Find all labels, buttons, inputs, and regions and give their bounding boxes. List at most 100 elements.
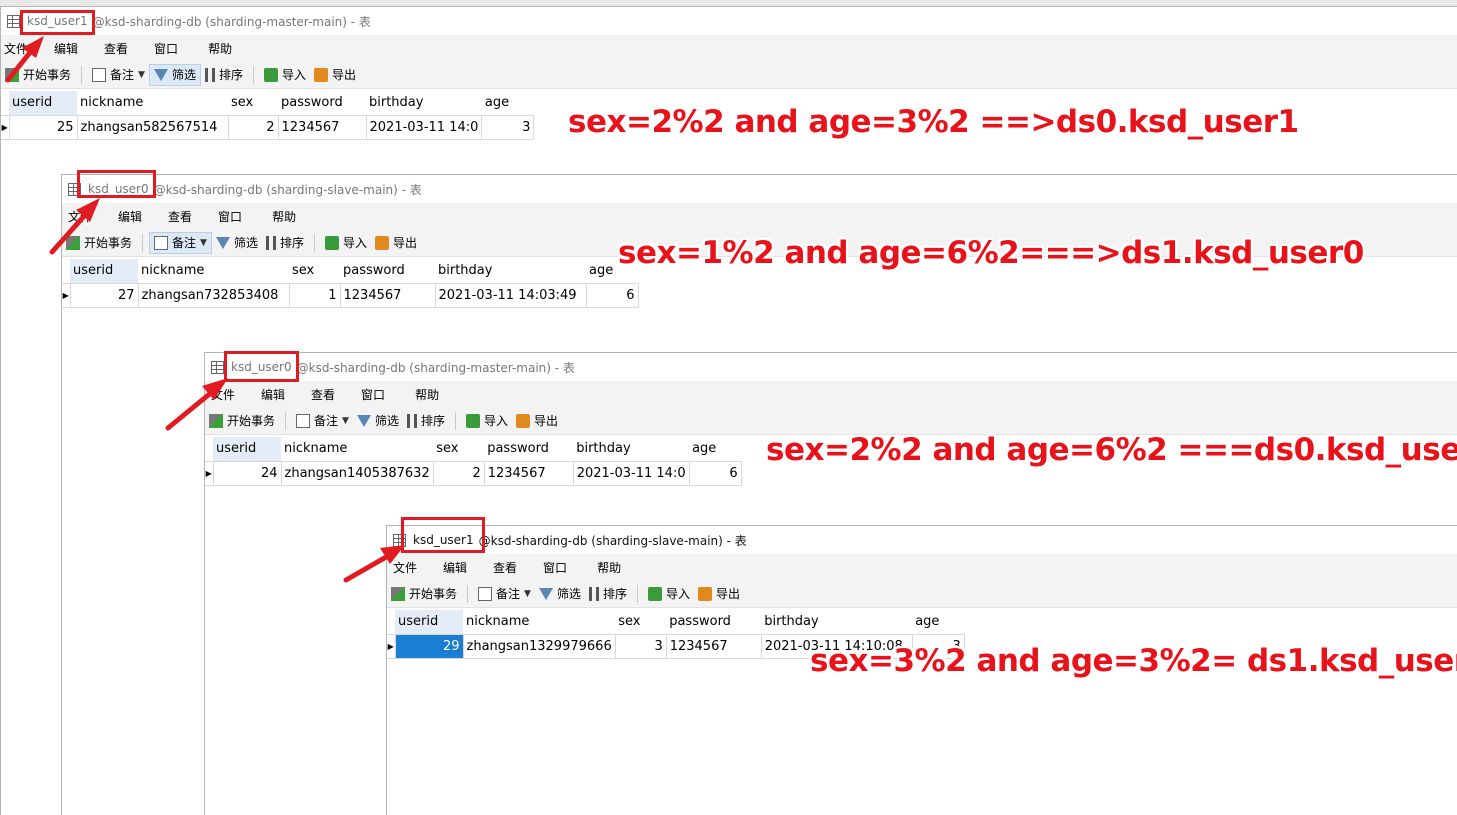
table-row[interactable]: ▶ 24 zhangsan1405387632 2 1234567 2021-0… — [205, 460, 742, 486]
filter-button[interactable]: 筛选 — [353, 410, 403, 432]
cell-userid[interactable]: 27 — [70, 282, 139, 308]
cell-nickname[interactable]: zhangsan732853408 — [138, 282, 290, 308]
column-header-age[interactable]: age — [481, 91, 534, 115]
begin-transaction-button[interactable]: 开始事务 — [205, 410, 279, 432]
filter-button[interactable]: 筛选 — [212, 232, 262, 254]
column-header-nickname[interactable]: nickname — [77, 91, 228, 115]
cell-password[interactable]: 1234567 — [484, 460, 574, 486]
menu-file[interactable]: 文件 — [4, 40, 28, 57]
menu-window[interactable]: 窗口 — [154, 40, 178, 57]
column-header-password[interactable]: password — [278, 91, 366, 115]
column-header-userid[interactable]: userid — [213, 437, 281, 461]
table-row[interactable]: ▶ 25 zhangsan582567514 2 1234567 2021-03… — [1, 114, 535, 140]
cell-password[interactable]: 1234567 — [340, 282, 436, 308]
column-header-age[interactable]: age — [689, 437, 742, 461]
table-icon — [211, 360, 224, 374]
menu-file[interactable]: 文件 — [68, 208, 92, 225]
cell-userid-selected[interactable]: 29 — [395, 633, 464, 659]
toolbar-separator — [285, 411, 287, 430]
begin-transaction-button[interactable]: 开始事务 — [62, 232, 136, 254]
import-button[interactable]: 导入 — [644, 583, 694, 605]
menu-edit[interactable]: 编辑 — [261, 386, 285, 403]
column-header-password[interactable]: password — [666, 610, 762, 634]
begin-transaction-button[interactable]: 开始事务 — [1, 64, 75, 86]
cell-nickname[interactable]: zhangsan582567514 — [77, 114, 229, 140]
column-header-userid[interactable]: userid — [70, 259, 138, 283]
chevron-down-icon[interactable]: ▼ — [524, 589, 531, 599]
cell-password[interactable]: 1234567 — [666, 633, 762, 659]
export-button[interactable]: 导出 — [371, 232, 421, 254]
export-button[interactable]: 导出 — [512, 410, 562, 432]
column-header-nickname[interactable]: nickname — [138, 259, 289, 283]
menu-edit[interactable]: 编辑 — [54, 40, 78, 57]
menu-help[interactable]: 帮助 — [272, 208, 296, 225]
filter-button[interactable]: 筛选 — [148, 63, 201, 86]
sort-button[interactable]: 排序 — [201, 64, 247, 86]
column-header-nickname[interactable]: nickname — [281, 437, 434, 461]
sort-button[interactable]: 排序 — [262, 232, 308, 254]
column-header-sex[interactable]: sex — [433, 437, 485, 461]
menu-help[interactable]: 帮助 — [208, 40, 232, 57]
sort-button[interactable]: 排序 — [585, 583, 631, 605]
chevron-down-icon[interactable]: ▼ — [200, 238, 207, 248]
connection-info: @ksd-sharding-db (sharding-master-main) … — [92, 14, 371, 29]
menu-help[interactable]: 帮助 — [597, 559, 621, 576]
filter-button[interactable]: 筛选 — [535, 583, 585, 605]
menu-file[interactable]: 文件 — [393, 559, 417, 576]
cell-password[interactable]: 1234567 — [278, 114, 367, 140]
import-button[interactable]: 导入 — [462, 410, 512, 432]
menu-view[interactable]: 查看 — [104, 40, 128, 57]
column-header-userid[interactable]: userid — [9, 91, 77, 115]
menu-view[interactable]: 查看 — [493, 559, 517, 576]
note-button[interactable]: 备注 ▼ — [292, 410, 353, 432]
column-header-birthday[interactable]: birthday — [366, 91, 482, 115]
column-header-password[interactable]: password — [340, 259, 435, 283]
menu-file[interactable]: 文件 — [211, 386, 235, 403]
cell-sex[interactable]: 3 — [615, 633, 667, 659]
cell-nickname[interactable]: zhangsan1405387632 — [281, 460, 434, 486]
import-button[interactable]: 导入 — [321, 232, 371, 254]
menu-window[interactable]: 窗口 — [543, 559, 567, 576]
menu-window[interactable]: 窗口 — [361, 386, 385, 403]
cell-age[interactable]: 6 — [586, 282, 639, 308]
chevron-down-icon[interactable]: ▼ — [342, 416, 349, 426]
cell-nickname[interactable]: zhangsan1329979666 — [463, 633, 616, 659]
column-header-sex[interactable]: sex — [228, 91, 278, 115]
column-header-userid[interactable]: userid — [395, 610, 463, 634]
cell-sex[interactable]: 1 — [289, 282, 341, 308]
note-button[interactable]: 备注 ▼ — [474, 583, 535, 605]
note-button[interactable]: 备注 ▼ — [88, 64, 149, 86]
cell-birthday[interactable]: 2021-03-11 14:0 — [366, 114, 483, 140]
cell-birthday[interactable]: 2021-03-11 14:03:49 — [435, 282, 587, 308]
column-header-birthday[interactable]: birthday — [435, 259, 586, 283]
column-header-sex[interactable]: sex — [289, 259, 340, 283]
column-header-password[interactable]: password — [484, 437, 574, 461]
cell-birthday[interactable]: 2021-03-11 14:0 — [573, 460, 690, 486]
column-header-birthday[interactable]: birthday — [573, 437, 690, 461]
export-button[interactable]: 导出 — [310, 64, 360, 86]
menu-view[interactable]: 查看 — [311, 386, 335, 403]
note-button[interactable]: 备注 ▼ — [149, 231, 212, 254]
column-header-sex[interactable]: sex — [615, 610, 667, 634]
cell-userid[interactable]: 25 — [9, 114, 78, 140]
sort-button[interactable]: 排序 — [403, 410, 449, 432]
cell-age[interactable]: 6 — [689, 460, 742, 486]
cell-sex[interactable]: 2 — [228, 114, 279, 140]
import-button[interactable]: 导入 — [260, 64, 310, 86]
menu-edit[interactable]: 编辑 — [118, 208, 142, 225]
begin-transaction-button[interactable]: 开始事务 — [387, 583, 461, 605]
column-header-nickname[interactable]: nickname — [463, 610, 616, 634]
menu-help[interactable]: 帮助 — [415, 386, 439, 403]
cell-age[interactable]: 3 — [481, 114, 535, 140]
cell-sex[interactable]: 2 — [433, 460, 485, 486]
column-header-age[interactable]: age — [912, 610, 965, 634]
menu-edit[interactable]: 编辑 — [443, 559, 467, 576]
import-icon — [324, 235, 339, 250]
chevron-down-icon[interactable]: ▼ — [138, 70, 145, 80]
menu-window[interactable]: 窗口 — [218, 208, 242, 225]
cell-userid[interactable]: 24 — [213, 460, 282, 486]
column-header-birthday[interactable]: birthday — [761, 610, 913, 634]
export-button[interactable]: 导出 — [694, 583, 744, 605]
table-row[interactable]: ▶ 27 zhangsan732853408 1 1234567 2021-03… — [62, 282, 639, 308]
menu-view[interactable]: 查看 — [168, 208, 192, 225]
